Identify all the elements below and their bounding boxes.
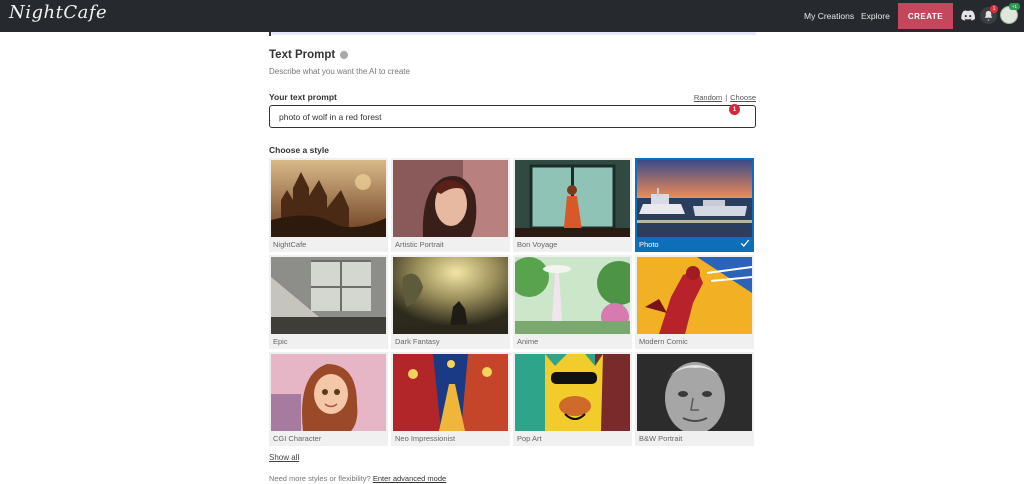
text-prompt-title: Text Prompt: [269, 49, 336, 61]
style-card-photo[interactable]: Photo: [635, 158, 754, 252]
input-error-badge: 1: [729, 104, 740, 115]
style-card-pop-art[interactable]: Pop Art: [513, 352, 632, 446]
neo-impressionist-style-image: [393, 354, 508, 431]
avatar-badge: +1: [1009, 3, 1020, 10]
style-card-nightcafe[interactable]: NightCafe: [269, 158, 388, 252]
epic-style-image: [271, 257, 386, 334]
nav-explore[interactable]: Explore: [861, 11, 890, 21]
style-thumbnail: [271, 257, 386, 334]
style-card-neo-impressionist[interactable]: Neo Impressionist: [391, 352, 510, 446]
style-card-modern-comic[interactable]: Modern Comic: [635, 255, 754, 349]
style-name: Dark Fantasy: [395, 337, 440, 346]
pop-art-style-image: [515, 354, 630, 431]
style-name: B&W Portrait: [639, 434, 683, 443]
style-thumbnail: [271, 354, 386, 431]
text-prompt-label: Your text prompt: [269, 92, 337, 102]
advanced-mode-link[interactable]: Enter advanced mode: [373, 474, 446, 483]
style-name: Anime: [517, 337, 539, 346]
bw-portrait-style-image: [637, 354, 752, 431]
style-thumbnail: [637, 257, 752, 334]
text-prompt-heading: Text Prompt: [269, 49, 349, 61]
advanced-mode-prompt: Need more styles or flexibility? Enter a…: [269, 474, 446, 483]
style-thumbnail: [637, 354, 752, 431]
cgi-character-style-image: [271, 354, 386, 431]
top-divider-strip: [269, 32, 756, 35]
random-prompt-link[interactable]: Random: [694, 93, 722, 102]
style-name: Artistic Portrait: [395, 240, 444, 249]
style-thumbnail: [393, 257, 508, 334]
style-name: Pop Art: [517, 434, 542, 443]
more-styles-text: Need more styles or flexibility?: [269, 474, 371, 483]
prompt-helper-links: Random | Choose: [694, 93, 756, 102]
style-card-bon-voyage[interactable]: Bon Voyage: [513, 158, 632, 252]
notifications-button[interactable]: 1: [980, 5, 998, 24]
modern-comic-style-image: [637, 257, 752, 334]
style-thumbnail: [515, 354, 630, 431]
style-card-artistic-portrait[interactable]: Artistic Portrait: [391, 158, 510, 252]
style-card-dark-fantasy[interactable]: Dark Fantasy: [391, 255, 510, 349]
selected-check-icon: [740, 239, 750, 247]
help-icon[interactable]: [340, 51, 349, 59]
nightcafe-logo[interactable]: NightCafe: [9, 2, 107, 23]
style-thumbnail: [515, 257, 630, 334]
nightcafe-style-image: [271, 160, 386, 237]
user-avatar[interactable]: +1: [1000, 3, 1020, 24]
style-thumbnail: [515, 160, 630, 237]
create-button[interactable]: CREATE: [898, 3, 953, 29]
choose-style-label: Choose a style: [269, 145, 329, 155]
discord-icon[interactable]: [961, 10, 975, 21]
style-name: Neo Impressionist: [395, 434, 456, 443]
style-name: Bon Voyage: [517, 240, 558, 249]
style-name: CGI Character: [273, 434, 322, 443]
text-prompt-input[interactable]: [269, 105, 756, 128]
style-thumbnail: [637, 160, 752, 237]
choose-prompt-link[interactable]: Choose: [730, 93, 756, 102]
style-card-cgi-character[interactable]: CGI Character: [269, 352, 388, 446]
notification-count-badge: 1: [990, 5, 998, 13]
style-card-epic[interactable]: Epic: [269, 255, 388, 349]
text-prompt-description: Describe what you want the AI to create: [269, 67, 410, 76]
show-all-styles-link[interactable]: Show all: [269, 453, 299, 462]
style-card-bw-portrait[interactable]: B&W Portrait: [635, 352, 754, 446]
link-separator: |: [725, 93, 728, 102]
style-name: Photo: [639, 240, 659, 249]
style-thumbnail: [271, 160, 386, 237]
top-nav-bar: NightCafe My Creations Explore CREATE 1 …: [0, 0, 1024, 32]
strip-marker: [269, 32, 271, 36]
style-thumbnail: [393, 354, 508, 431]
style-name: Modern Comic: [639, 337, 688, 346]
style-name: Epic: [273, 337, 288, 346]
photo-style-image: [637, 160, 752, 237]
style-name: NightCafe: [273, 240, 307, 249]
style-card-anime[interactable]: Anime: [513, 255, 632, 349]
anime-style-image: [515, 257, 630, 334]
artistic-portrait-style-image: [393, 160, 508, 237]
bon-voyage-style-image: [515, 160, 630, 237]
style-thumbnail: [393, 160, 508, 237]
nav-my-creations[interactable]: My Creations: [804, 11, 854, 21]
dark-fantasy-style-image: [393, 257, 508, 334]
